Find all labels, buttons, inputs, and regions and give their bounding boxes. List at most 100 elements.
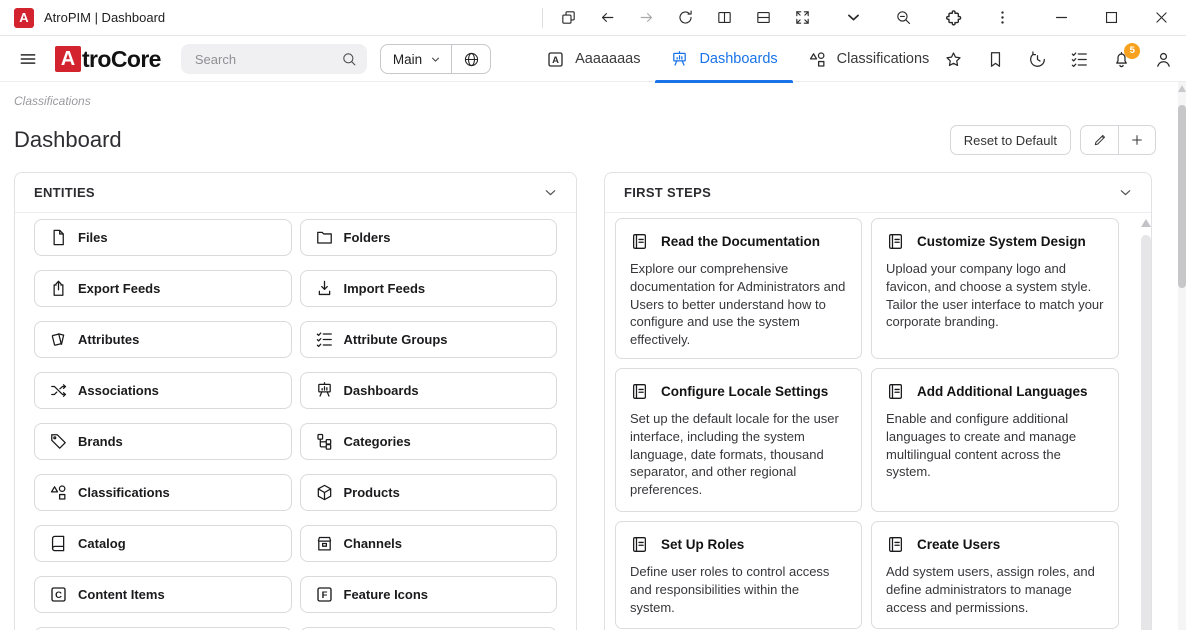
app-window: A AtroPIM | Dashboard A troCore Mai (0, 0, 1186, 630)
first-steps-panel-title: FIRST STEPS (624, 185, 711, 200)
minimize-button[interactable] (1036, 0, 1086, 36)
history-button[interactable] (1028, 50, 1047, 69)
first-steps-cards: Read the Documentation Explore our compr… (605, 213, 1151, 629)
entity-label: Import Feeds (344, 281, 426, 296)
browser-menu-button[interactable] (983, 0, 1022, 36)
split-vertical-icon (716, 9, 733, 26)
shuffle-icon (49, 381, 68, 400)
window-title: AtroPIM | Dashboard (44, 10, 165, 25)
search-icon[interactable] (341, 51, 357, 67)
close-button[interactable] (1136, 0, 1186, 36)
entity-button-products[interactable]: Products (300, 474, 558, 511)
entity-button-content-items[interactable]: CContent Items (34, 576, 292, 613)
hamburger-menu-button[interactable] (14, 45, 42, 73)
tab-overview-button[interactable] (549, 0, 588, 36)
split-view-vertical-button[interactable] (705, 0, 744, 36)
entity-button-folders[interactable]: Folders (300, 219, 558, 256)
search-input[interactable] (193, 51, 341, 68)
back-button[interactable] (588, 0, 627, 36)
reload-button[interactable] (666, 0, 705, 36)
dashboard-easel-icon (670, 50, 689, 69)
entity-button-import-feeds[interactable]: Import Feeds (300, 270, 558, 307)
collapse-toolbar-button[interactable] (834, 0, 873, 36)
card-configure-locale-settings[interactable]: Configure Locale Settings Set up the def… (615, 368, 862, 512)
entity-label: Folders (344, 230, 391, 245)
card-set-up-roles[interactable]: Set Up Roles Define user roles to contro… (615, 521, 862, 629)
dashboard-selector-group: Main (380, 44, 491, 74)
entity-button-export-feeds[interactable]: Export Feeds (34, 270, 292, 307)
notifications-button[interactable]: 5 (1112, 50, 1131, 69)
entity-button-files[interactable]: Files (34, 219, 292, 256)
tasks-button[interactable] (1070, 50, 1089, 69)
split-view-horizontal-button[interactable] (744, 0, 783, 36)
card-body: Explore our comprehensive documentation … (630, 260, 847, 349)
journal-icon (630, 382, 649, 401)
page-scrollbar[interactable] (1178, 82, 1186, 630)
first-steps-panel-header: FIRST STEPS (605, 173, 1151, 213)
panel-scrollbar[interactable] (1141, 217, 1151, 630)
entity-button-associations[interactable]: Associations (34, 372, 292, 409)
export-icon (49, 279, 68, 298)
card-create-users[interactable]: Create Users Add system users, assign ro… (871, 521, 1119, 629)
tab-classifications[interactable]: Classifications (793, 37, 945, 82)
dashboard-select[interactable]: Main (381, 45, 451, 73)
entity-button-attribute-groups[interactable]: Attribute Groups (300, 321, 558, 358)
tab-dashboards[interactable]: Dashboards (655, 37, 792, 82)
journal-icon (630, 232, 649, 251)
card-read-the-documentation[interactable]: Read the Documentation Explore our compr… (615, 218, 862, 359)
fullscreen-button[interactable] (783, 0, 822, 36)
panel-scrollbar-thumb[interactable] (1141, 235, 1151, 630)
extensions-button[interactable] (934, 0, 973, 36)
atrocore-logo[interactable]: A troCore (55, 46, 161, 73)
entities-panel: ENTITIES Files Folders Export Feeds Impo… (14, 172, 577, 630)
add-dashlet-button[interactable] (1118, 126, 1155, 154)
edit-dashboard-button[interactable] (1081, 126, 1118, 154)
entities-panel-title: ENTITIES (34, 185, 95, 200)
card-title: Create Users (917, 537, 1000, 552)
zoom-button[interactable] (884, 0, 923, 36)
tab-aaaaaaas[interactable]: A Aaaaaaas (531, 37, 655, 82)
entity-label: Classifications (78, 485, 170, 500)
entity-button-categories[interactable]: Categories (300, 423, 558, 460)
favorites-button[interactable] (944, 50, 963, 69)
entity-button-dashboards[interactable]: Dashboards (300, 372, 558, 409)
forward-arrow-icon (638, 9, 655, 26)
entity-button-channels[interactable]: Channels (300, 525, 558, 562)
maximize-button[interactable] (1086, 0, 1136, 36)
entity-button-brands[interactable]: Brands (34, 423, 292, 460)
minimize-icon (1053, 9, 1070, 26)
maximize-icon (1103, 9, 1120, 26)
entity-label: Brands (78, 434, 123, 449)
scroll-up-arrow-icon[interactable] (1178, 85, 1186, 92)
first-steps-collapse-button[interactable] (1117, 184, 1134, 201)
card-customize-system-design[interactable]: Customize System Design Upload your comp… (871, 218, 1119, 359)
bookmark-icon (986, 50, 1005, 69)
entity-label: Channels (344, 536, 403, 551)
letter-c-box-icon: C (49, 585, 68, 604)
card-title: Customize System Design (917, 234, 1086, 249)
breadcrumb[interactable]: Classifications (14, 94, 91, 108)
browser-titlebar: A AtroPIM | Dashboard (0, 0, 1186, 36)
entity-button-catalog[interactable]: Catalog (34, 525, 292, 562)
reset-to-default-button[interactable]: Reset to Default (950, 125, 1071, 155)
entities-collapse-button[interactable] (542, 184, 559, 201)
bookmarks-button[interactable] (986, 50, 1005, 69)
import-icon (315, 279, 334, 298)
chevron-down-icon (429, 53, 442, 66)
card-add-additional-languages[interactable]: Add Additional Languages Enable and conf… (871, 368, 1119, 512)
chevron-down-icon (542, 184, 559, 201)
user-menu-button[interactable] (1154, 50, 1173, 69)
language-globe-button[interactable] (452, 45, 490, 73)
close-icon (1153, 9, 1170, 26)
header-action-icons: 5 (944, 50, 1173, 69)
letter-a-box-icon: A (546, 50, 565, 69)
journal-icon (886, 382, 905, 401)
entity-button-feature-icons[interactable]: FFeature Icons (300, 576, 558, 613)
svg-text:C: C (55, 590, 62, 601)
entity-button-classifications[interactable]: Classifications (34, 474, 292, 511)
tab-label: Aaaaaaas (575, 51, 640, 67)
page-scrollbar-thumb[interactable] (1178, 105, 1186, 288)
entity-button-attributes[interactable]: Attributes (34, 321, 292, 358)
scroll-up-arrow-icon[interactable] (1141, 219, 1151, 227)
forward-button[interactable] (627, 0, 666, 36)
